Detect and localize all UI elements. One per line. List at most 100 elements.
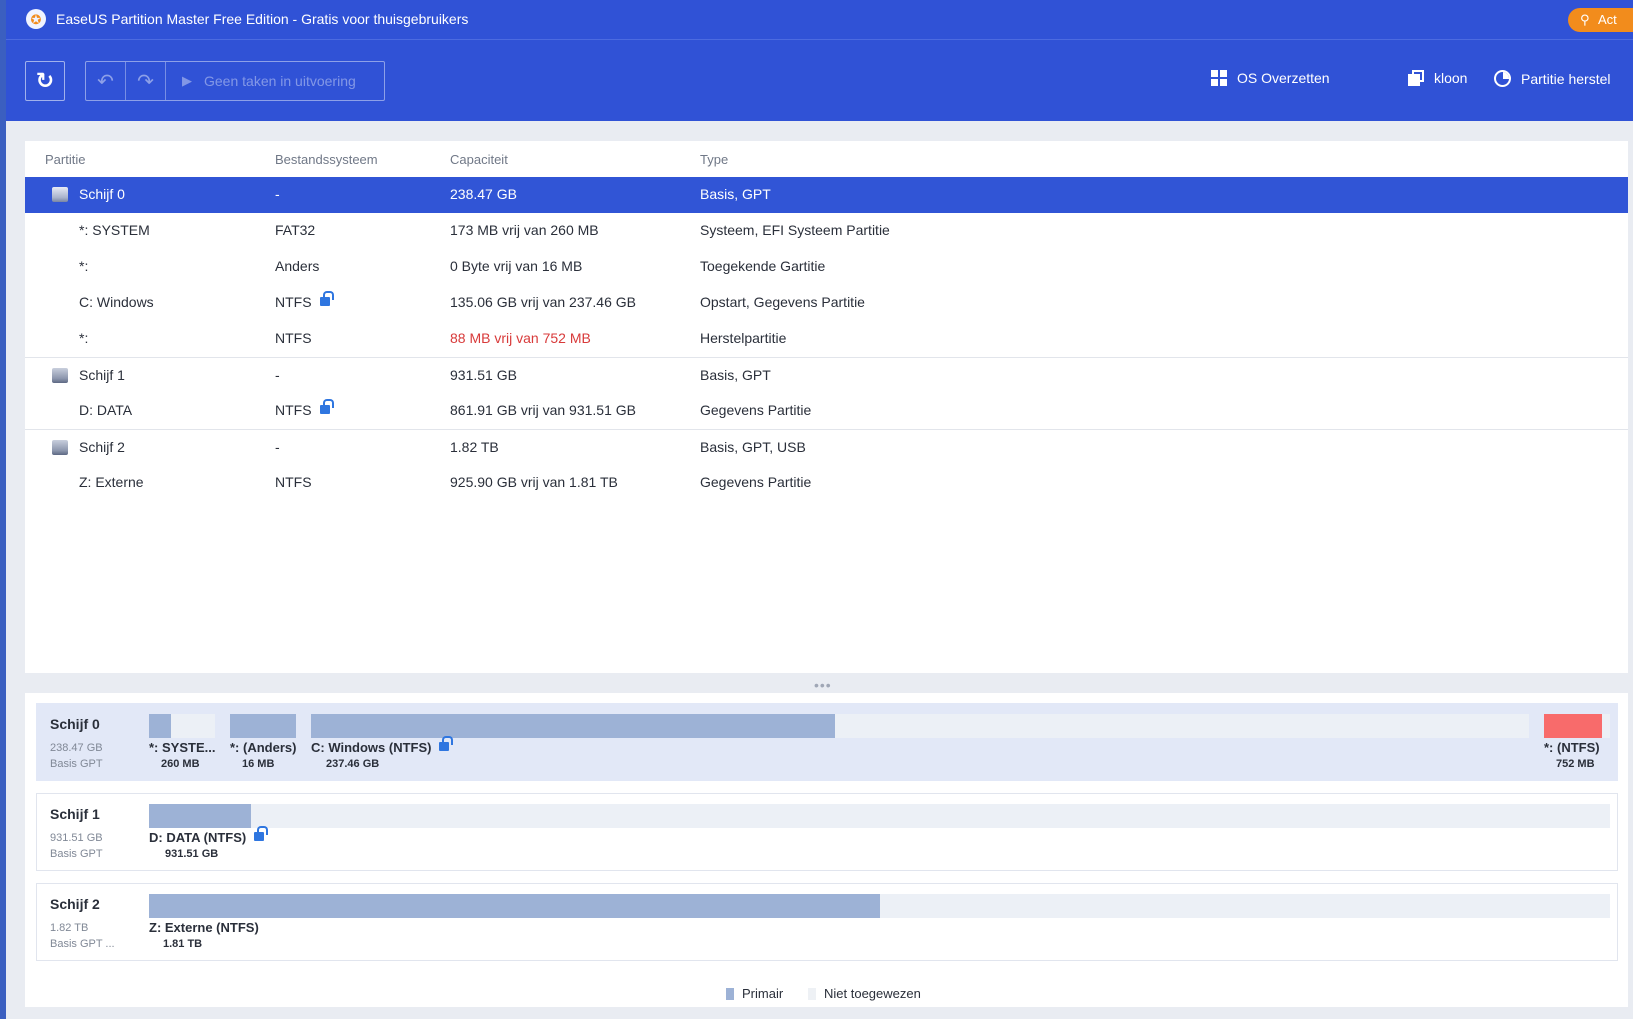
partition-type: Basis, GPT <box>700 186 771 202</box>
partition-used-fill <box>149 714 171 738</box>
legend-unallocated: Niet toegewezen <box>808 986 921 1001</box>
app-header: ✪ EaseUS Partition Master Free Edition -… <box>6 0 1633 121</box>
partition-type: Opstart, Gegevens Partitie <box>700 294 865 310</box>
column-header-type[interactable]: Type <box>700 152 728 167</box>
table-row-disk[interactable]: Schijf 0 - 238.47 GB Basis, GPT <box>25 177 1628 213</box>
activate-button[interactable]: ⚲ Act <box>1568 8 1633 32</box>
legend-primary: Primair <box>726 986 783 1001</box>
filesystem: NTFS <box>275 330 312 346</box>
disk-card-2[interactable]: Schijf 2 1.82 TB Basis GPT ... Z: Extern… <box>36 883 1618 961</box>
app-logo-icon: ✪ <box>26 9 46 29</box>
partition-label-group: D: DATA (NTFS) <box>149 826 269 845</box>
disk-type: Basis GPT <box>50 758 103 770</box>
table-row-partition[interactable]: *: NTFS 88 MB vrij van 752 MB Herstelpar… <box>25 321 1628 357</box>
capacity: 238.47 GB <box>450 186 517 202</box>
partition-label: *: (Anders) <box>230 740 297 755</box>
partition-name: *: <box>79 258 89 274</box>
windows-grid-icon <box>1211 70 1227 86</box>
legend-primary-swatch <box>726 987 734 1000</box>
partition-used-fill <box>149 804 251 828</box>
unlocked-lock-icon <box>254 826 269 841</box>
redo-icon: ↷ <box>137 70 154 93</box>
partition-type: Toegekende Gartitie <box>700 258 826 274</box>
disk-icon <box>52 440 68 455</box>
window-edge <box>0 0 6 1019</box>
capacity: 135.06 GB vrij van 237.46 GB <box>450 294 636 310</box>
filesystem: NTFS <box>275 402 312 418</box>
refresh-icon: ↻ <box>35 68 55 93</box>
redo-button[interactable]: ↷ <box>126 62 166 100</box>
column-header-capacity[interactable]: Capaciteit <box>450 152 508 167</box>
table-row-disk[interactable]: Schijf 1 - 931.51 GB Basis, GPT <box>25 357 1628 393</box>
legend-unallocated-swatch <box>808 987 816 1000</box>
execute-operations-button[interactable]: ▶ Geen taken in uitvoering <box>166 62 384 100</box>
table-row-disk[interactable]: Schijf 2 - 1.82 TB Basis, GPT, USB <box>25 429 1628 465</box>
partition-used-fill <box>1544 714 1602 738</box>
partition-size: 1.81 TB <box>163 938 203 950</box>
partition-type: Basis, GPT <box>700 367 771 383</box>
filesystem: NTFS <box>275 294 312 310</box>
clone-button[interactable]: kloon <box>1408 70 1467 86</box>
filesystem: NTFS <box>275 474 312 490</box>
partition-type: Gegevens Partitie <box>700 474 812 490</box>
disk-card-0[interactable]: Schijf 0 238.47 GB Basis GPT *: SYSTE...… <box>36 703 1618 781</box>
window-title: EaseUS Partition Master Free Edition - G… <box>56 11 469 27</box>
filesystem-cell: NTFS <box>275 399 334 418</box>
partition-recovery-button[interactable]: Partitie herstel <box>1494 70 1610 87</box>
column-header-partition[interactable]: Partitie <box>45 152 85 167</box>
partition-name: C: Windows <box>79 294 154 310</box>
capacity: 925.90 GB vrij van 1.81 TB <box>450 474 618 490</box>
partition-name: Z: Externe <box>79 474 144 490</box>
partition-name: Schijf 0 <box>79 186 125 202</box>
partition-size: 931.51 GB <box>165 848 219 860</box>
partition-type: Systeem, EFI Systeem Partitie <box>700 222 890 238</box>
disk-card-1[interactable]: Schijf 1 931.51 GB Basis GPT D: DATA (NT… <box>36 793 1618 871</box>
column-header-filesystem[interactable]: Bestandssysteem <box>275 152 378 167</box>
partition-type: Herstelpartitie <box>700 330 787 346</box>
unlocked-lock-icon <box>319 291 334 306</box>
partition-type: Basis, GPT, USB <box>700 439 806 455</box>
legend-primary-label: Primair <box>742 986 784 1001</box>
unlocked-lock-icon <box>439 736 454 751</box>
partition-size: 260 MB <box>161 758 200 770</box>
pie-chart-icon <box>1494 70 1511 87</box>
undo-icon: ↶ <box>97 70 114 93</box>
table-row-partition[interactable]: Z: Externe NTFS 925.90 GB vrij van 1.81 … <box>25 465 1628 501</box>
capacity: 173 MB vrij van 260 MB <box>450 222 599 238</box>
disk-type: Basis GPT <box>50 848 103 860</box>
clone-label: kloon <box>1434 70 1468 86</box>
partition-type: Gegevens Partitie <box>700 402 812 418</box>
partition-label: C: Windows (NTFS) <box>311 740 432 755</box>
filesystem: - <box>275 186 280 202</box>
play-icon: ▶ <box>182 73 192 88</box>
filesystem-cell: NTFS <box>275 291 334 310</box>
refresh-button[interactable]: ↻ <box>25 61 65 101</box>
key-icon: ⚲ <box>1580 12 1590 27</box>
capacity-low-space: 88 MB vrij van 752 MB <box>450 330 591 346</box>
table-row-partition[interactable]: C: Windows NTFS 135.06 GB vrij van 237.4… <box>25 285 1628 321</box>
partition-used-fill <box>230 714 296 738</box>
more-dots-icon[interactable]: ••• <box>814 677 832 693</box>
partition-size: 237.46 GB <box>326 758 380 770</box>
partition-label: D: DATA (NTFS) <box>149 830 247 845</box>
legend-unallocated-label: Niet toegewezen <box>824 986 921 1001</box>
activate-label: Act <box>1598 12 1617 27</box>
table-row-partition[interactable]: *: Anders 0 Byte vrij van 16 MB Toegeken… <box>25 249 1628 285</box>
partition-used-fill <box>149 894 880 918</box>
partition-label: *: SYSTE... <box>149 740 216 755</box>
partition-name: D: DATA <box>79 402 133 418</box>
os-migrate-button[interactable]: OS Overzetten <box>1211 70 1330 86</box>
disk-type: Basis GPT ... <box>50 938 115 950</box>
disk-size: 238.47 GB <box>50 742 103 754</box>
undo-button[interactable]: ↶ <box>86 62 126 100</box>
partition-used-fill <box>311 714 835 738</box>
partition-name: *: SYSTEM <box>79 222 150 238</box>
disk-size: 931.51 GB <box>50 832 103 844</box>
partition-name: *: <box>79 330 89 346</box>
table-row-partition[interactable]: D: DATA NTFS 861.91 GB vrij van 931.51 G… <box>25 393 1628 429</box>
capacity: 861.91 GB vrij van 931.51 GB <box>450 402 636 418</box>
table-row-partition[interactable]: *: SYSTEM FAT32 173 MB vrij van 260 MB S… <box>25 213 1628 249</box>
pending-operations-group: ↶ ↷ ▶ Geen taken in uitvoering <box>85 61 385 101</box>
filesystem: - <box>275 439 280 455</box>
disk-name: Schijf 1 <box>50 806 100 822</box>
